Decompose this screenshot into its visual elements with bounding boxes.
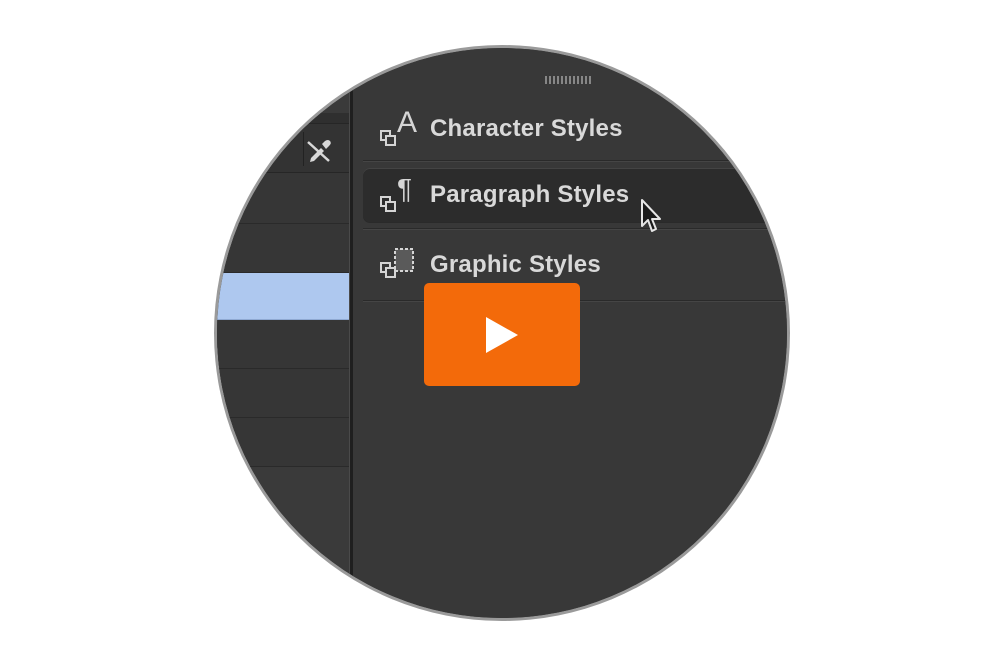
left-panel (217, 48, 349, 618)
play-button[interactable] (424, 283, 580, 386)
graphic-styles-icon (377, 245, 427, 285)
left-panel-header (217, 113, 349, 124)
left-toolbar (217, 124, 349, 173)
list-row[interactable] (217, 320, 349, 369)
character-styles-icon: A (377, 106, 427, 149)
paragraph-styles-icon: ¶ (377, 173, 427, 215)
menu-item-paragraph-styles[interactable]: ¶ Paragraph Styles (363, 168, 787, 222)
list-row[interactable] (217, 418, 349, 467)
list-row[interactable] (217, 369, 349, 418)
menu-item-label: Graphic Styles (430, 251, 601, 278)
video-thumbnail[interactable]: A Character Styles ¶ Paragraph Styles Gr… (0, 0, 1000, 668)
list-row[interactable] (217, 173, 349, 224)
eyedropper-icon[interactable] (305, 136, 333, 164)
list-row[interactable] (217, 224, 349, 273)
paragraph-glyph: ¶ (397, 173, 413, 204)
menu-item-label: Paragraph Styles (430, 181, 630, 208)
mouse-cursor-icon (640, 198, 662, 234)
panel-grip-icon[interactable] (545, 76, 593, 84)
menu-separator (363, 160, 787, 161)
list-row-selected[interactable] (217, 273, 349, 320)
menu-item-character-styles[interactable]: A Character Styles (363, 102, 787, 156)
menu-separator (363, 228, 787, 229)
menu-item-label: Character Styles (430, 115, 623, 142)
toolbar-divider (303, 132, 304, 166)
character-glyph: A (397, 106, 418, 139)
play-icon (486, 316, 518, 353)
